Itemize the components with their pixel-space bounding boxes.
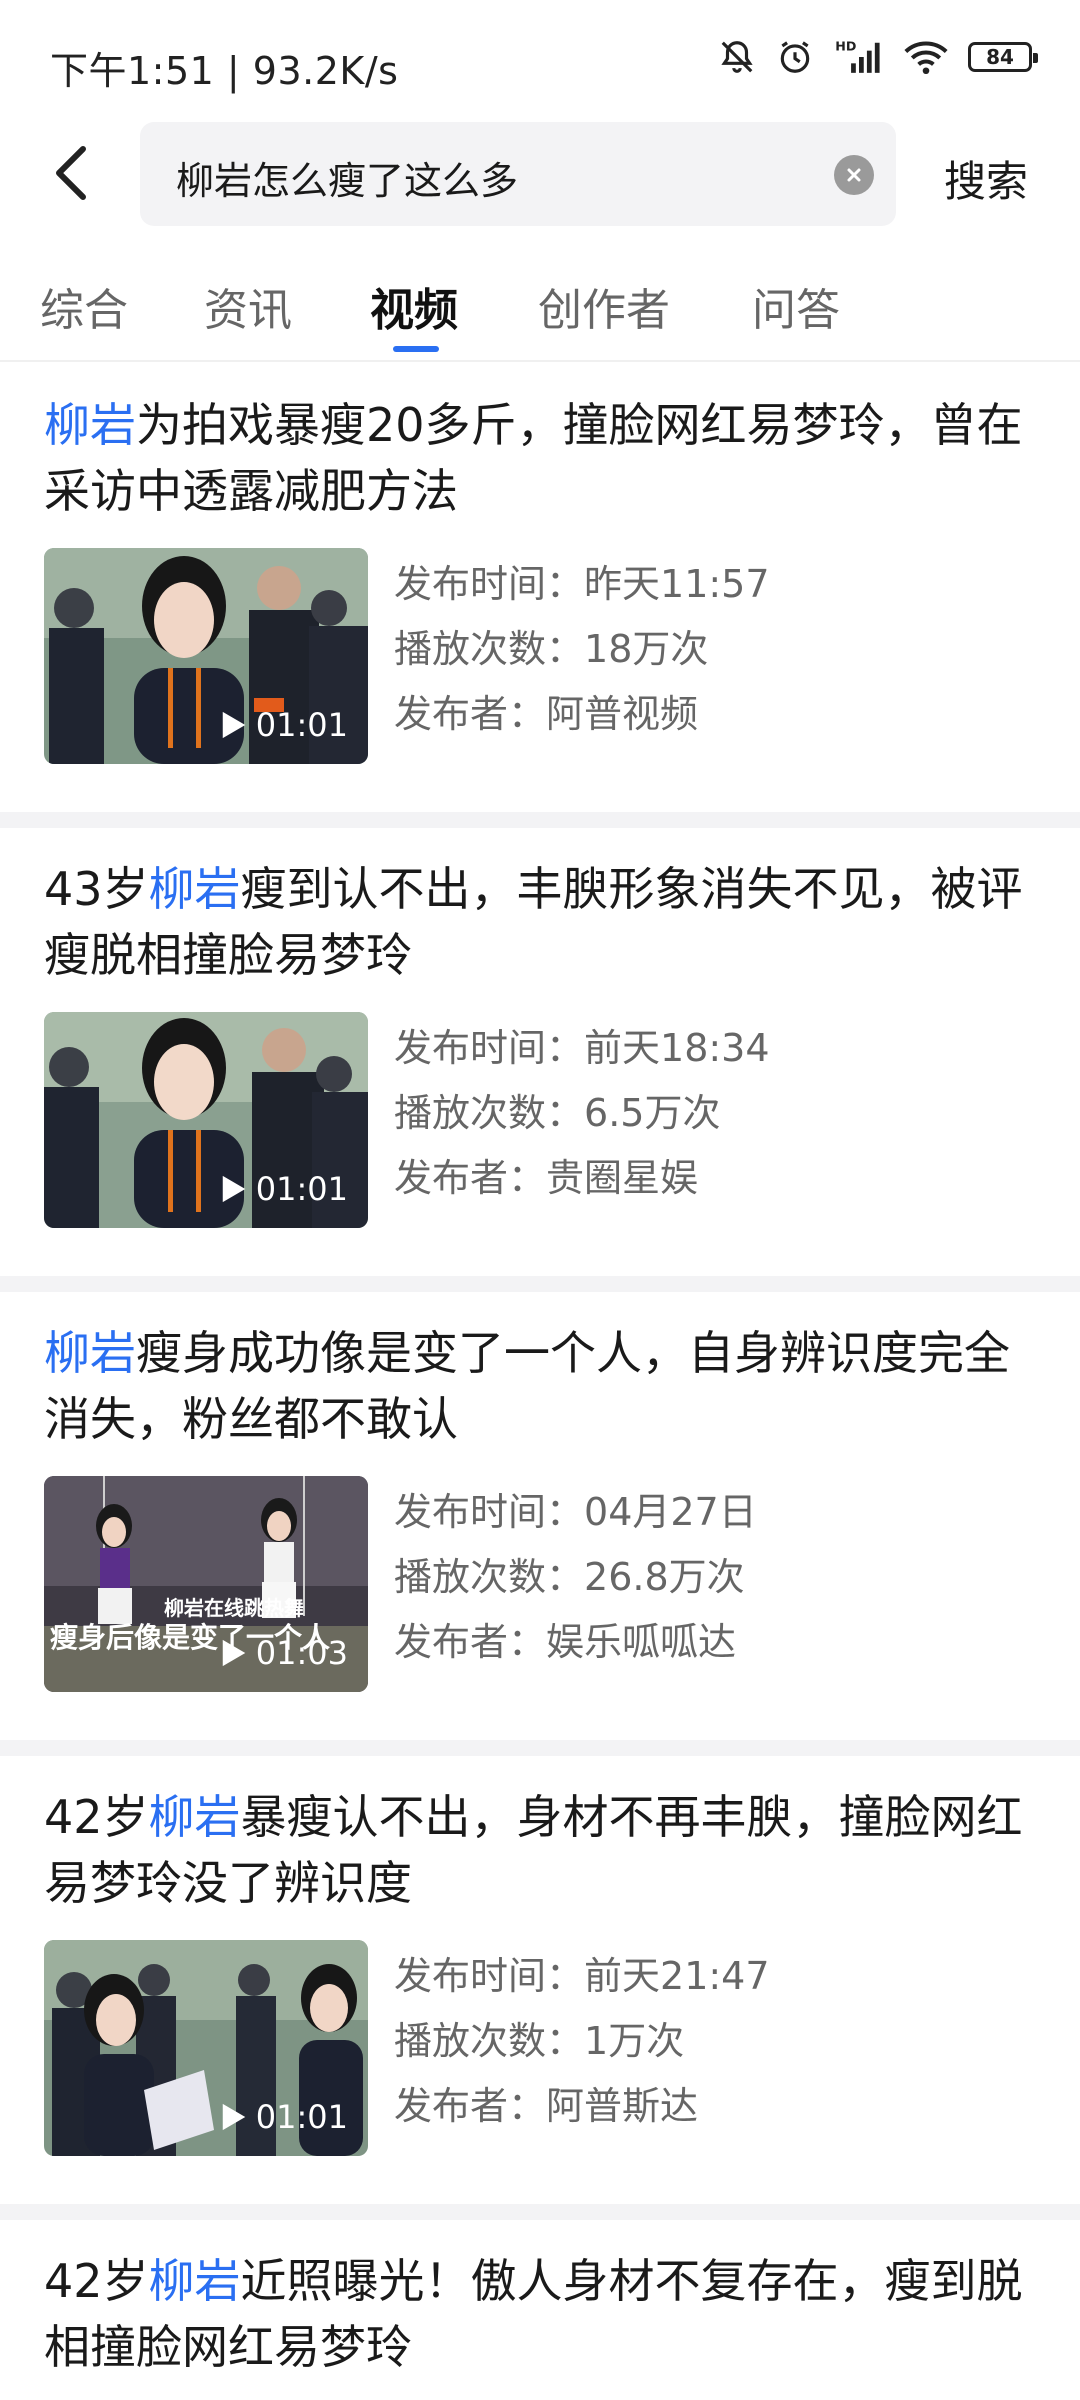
video-thumbnail[interactable]: 01:01 — [44, 1012, 368, 1228]
video-duration: 01:01 — [220, 2098, 348, 2136]
video-duration: 01:01 — [220, 706, 348, 744]
video-result-card[interactable]: 42岁柳岩近照曝光！傲人身材不复存在，瘦到脱相撞脸网红易梦玲 — [0, 2220, 1080, 2400]
publisher: 发布者： 阿普视频 — [394, 692, 699, 736]
status-icons: HD 84 — [718, 38, 1038, 76]
play-count: 播放次数： 26.8万次 — [394, 1555, 745, 1599]
video-result-list: 柳岩为拍戏暴瘦20多斤，撞脸网红易梦玲，曾在采访中透露减肥方法 01:01 发布… — [0, 364, 1080, 2400]
search-button[interactable]: 搜索 — [944, 148, 1028, 209]
video-thumbnail[interactable]: 柳岩在线跳热舞 瘦身后像是变了一个人 01:03 — [44, 1476, 368, 1692]
video-title[interactable]: 43岁柳岩瘦到认不出，丰腴形象消失不见，被评瘦脱相撞脸易梦玲 — [44, 856, 1044, 988]
video-meta: 发布时间： 前天21:47 播放次数： 1万次 发布者： 阿普斯达 — [394, 1944, 770, 2139]
publisher: 发布者： 贵圈星娱 — [394, 1156, 699, 1200]
highlight-keyword: 柳岩 — [148, 2254, 241, 2308]
video-title[interactable]: 柳岩为拍戏暴瘦20多斤，撞脸网红易梦玲，曾在采访中透露减肥方法 — [44, 392, 1044, 524]
highlight-keyword: 柳岩 — [148, 862, 241, 916]
result-tabs: 综合 资讯 视频 创作者 问答 — [0, 266, 1080, 362]
play-count: 播放次数： 6.5万次 — [394, 1091, 721, 1135]
publisher: 发布者： 阿普斯达 — [394, 2084, 699, 2128]
wifi-icon — [904, 38, 948, 76]
video-result-card[interactable]: 43岁柳岩瘦到认不出，丰腴形象消失不见，被评瘦脱相撞脸易梦玲 01:01 发布时… — [0, 828, 1080, 1276]
video-title[interactable]: 42岁柳岩近照曝光！傲人身材不复存在，瘦到脱相撞脸网红易梦玲 — [44, 2248, 1044, 2380]
separator — [0, 1276, 1080, 1292]
back-button[interactable] — [36, 138, 106, 208]
play-count: 播放次数： 18万次 — [394, 627, 709, 671]
video-result-card[interactable]: 42岁柳岩暴瘦认不出，身材不再丰腴，撞脸网红易梦玲没了辨识度 01:01 发布时… — [0, 1756, 1080, 2204]
publish-time: 发布时间： 前天21:47 — [394, 1954, 770, 1998]
video-meta: 发布时间： 前天18:34 播放次数： 6.5万次 发布者： 贵圈星娱 — [394, 1016, 770, 1211]
active-tab-indicator — [393, 346, 439, 352]
battery-indicator: 84 — [968, 42, 1038, 72]
video-result-card[interactable]: 柳岩为拍戏暴瘦20多斤，撞脸网红易梦玲，曾在采访中透露减肥方法 01:01 发布… — [0, 364, 1080, 812]
status-bar: 下午1:51 | 93.2K/s HD 84 — [0, 0, 1080, 120]
search-input[interactable]: 柳岩怎么瘦了这么多 — [140, 122, 896, 226]
tab-news[interactable]: 资讯 — [204, 274, 292, 338]
separator — [0, 812, 1080, 828]
video-meta: 发布时间： 昨天11:57 播放次数： 18万次 发布者： 阿普视频 — [394, 552, 770, 747]
chevron-left-icon — [56, 146, 86, 200]
play-icon — [222, 711, 246, 739]
highlight-keyword: 柳岩 — [44, 398, 136, 452]
bell-muted-icon — [718, 38, 756, 76]
publish-time: 发布时间： 04月27日 — [394, 1490, 757, 1534]
video-title[interactable]: 柳岩瘦身成功像是变了一个人，自身辨识度完全消失，粉丝都不敢认 — [44, 1320, 1044, 1452]
search-query-text[interactable]: 柳岩怎么瘦了这么多 — [176, 150, 518, 205]
tab-video[interactable]: 视频 — [370, 274, 458, 338]
video-meta: 发布时间： 04月27日 播放次数： 26.8万次 发布者： 娱乐呱呱达 — [394, 1480, 757, 1675]
status-time-speed: 下午1:51 | 93.2K/s — [50, 49, 399, 93]
clear-search-button[interactable] — [834, 155, 874, 195]
video-duration: 01:03 — [220, 1634, 348, 1672]
signal-icon: HD — [834, 38, 884, 76]
video-duration: 01:01 — [220, 1170, 348, 1208]
publish-time: 发布时间： 昨天11:57 — [394, 562, 770, 606]
tab-qa[interactable]: 问答 — [752, 274, 840, 338]
close-icon — [847, 168, 861, 182]
video-thumbnail[interactable]: 01:01 — [44, 548, 368, 764]
play-icon — [222, 1639, 246, 1667]
video-result-card[interactable]: 柳岩瘦身成功像是变了一个人，自身辨识度完全消失，粉丝都不敢认 柳岩在线跳热舞 瘦… — [0, 1292, 1080, 1740]
play-icon — [222, 1175, 246, 1203]
publisher: 发布者： 娱乐呱呱达 — [394, 1620, 737, 1664]
video-thumbnail[interactable]: 01:01 — [44, 1940, 368, 2156]
tab-comprehensive[interactable]: 综合 — [40, 274, 128, 338]
tab-creators[interactable]: 创作者 — [538, 274, 670, 338]
publish-time: 发布时间： 前天18:34 — [394, 1026, 770, 1070]
search-header: 柳岩怎么瘦了这么多 搜索 — [0, 122, 1080, 226]
separator — [0, 2204, 1080, 2220]
separator — [0, 1740, 1080, 1756]
alarm-icon — [776, 38, 814, 76]
highlight-keyword: 柳岩 — [148, 1790, 241, 1844]
video-title[interactable]: 42岁柳岩暴瘦认不出，身材不再丰腴，撞脸网红易梦玲没了辨识度 — [44, 1784, 1044, 1916]
hd-label: HD — [835, 39, 856, 54]
play-count: 播放次数： 1万次 — [394, 2019, 685, 2063]
play-icon — [222, 2103, 246, 2131]
highlight-keyword: 柳岩 — [44, 1326, 136, 1380]
